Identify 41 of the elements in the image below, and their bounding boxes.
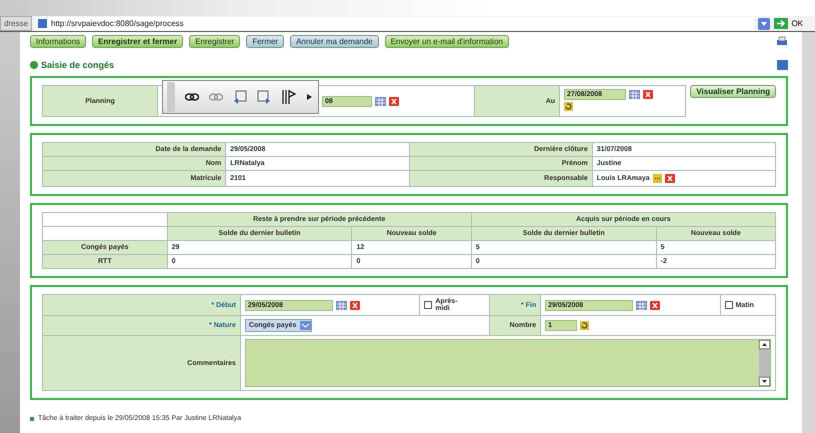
address-label: dresse bbox=[0, 16, 32, 31]
drag-handle[interactable] bbox=[167, 82, 175, 112]
toolbar-button[interactable]: Enregistrer et fermer bbox=[92, 34, 184, 48]
calendar-icon[interactable] bbox=[636, 300, 648, 310]
undo-icon[interactable] bbox=[580, 321, 590, 330]
scroll-down-icon[interactable] bbox=[759, 377, 770, 386]
address-field[interactable]: http://srvpaievdoc:8080/sage/process bbox=[36, 16, 754, 30]
unlink-icon[interactable] bbox=[209, 92, 223, 102]
undo-icon[interactable] bbox=[564, 102, 574, 111]
expand-arrow-icon[interactable] bbox=[307, 94, 312, 100]
dropdown-icon[interactable] bbox=[300, 321, 312, 330]
toolbar-button[interactable]: Informations bbox=[30, 34, 86, 48]
clear-icon[interactable] bbox=[389, 96, 399, 106]
checkbox[interactable] bbox=[424, 301, 432, 309]
clear-icon[interactable] bbox=[664, 174, 675, 183]
view-planning-button[interactable]: Visualiser Planning bbox=[690, 85, 776, 98]
printer-icon[interactable] bbox=[776, 36, 788, 46]
clear-icon[interactable] bbox=[650, 300, 660, 310]
toolbar-button[interactable]: Envoyer un e-mail d'information bbox=[384, 34, 509, 48]
calendar-icon[interactable] bbox=[629, 90, 640, 99]
clear-icon[interactable] bbox=[350, 300, 360, 310]
checkbox[interactable] bbox=[724, 301, 733, 309]
more-icon[interactable] bbox=[652, 174, 662, 183]
calendar-icon[interactable] bbox=[336, 300, 347, 310]
section-title: Saisie de congés bbox=[41, 60, 114, 70]
link-icon[interactable] bbox=[185, 92, 199, 102]
calendar-icon[interactable] bbox=[375, 96, 386, 106]
go-button[interactable]: OK bbox=[774, 18, 811, 29]
comment-field[interactable] bbox=[244, 339, 771, 387]
move-left-icon[interactable] bbox=[233, 90, 247, 104]
flag-icon[interactable] bbox=[281, 89, 297, 105]
move-right-icon[interactable] bbox=[257, 90, 271, 104]
toolbar-button[interactable]: Annuler ma demande bbox=[290, 34, 379, 48]
bullet-icon bbox=[30, 416, 34, 420]
page-icon bbox=[38, 19, 48, 28]
toolbar-button[interactable]: Enregistrer bbox=[189, 34, 240, 48]
dropdown-icon[interactable] bbox=[758, 18, 770, 30]
scroll-up-icon[interactable] bbox=[759, 340, 770, 349]
toolbar-button[interactable]: Fermer bbox=[246, 34, 284, 48]
bullet-icon bbox=[30, 61, 38, 69]
clear-icon[interactable] bbox=[643, 90, 654, 99]
